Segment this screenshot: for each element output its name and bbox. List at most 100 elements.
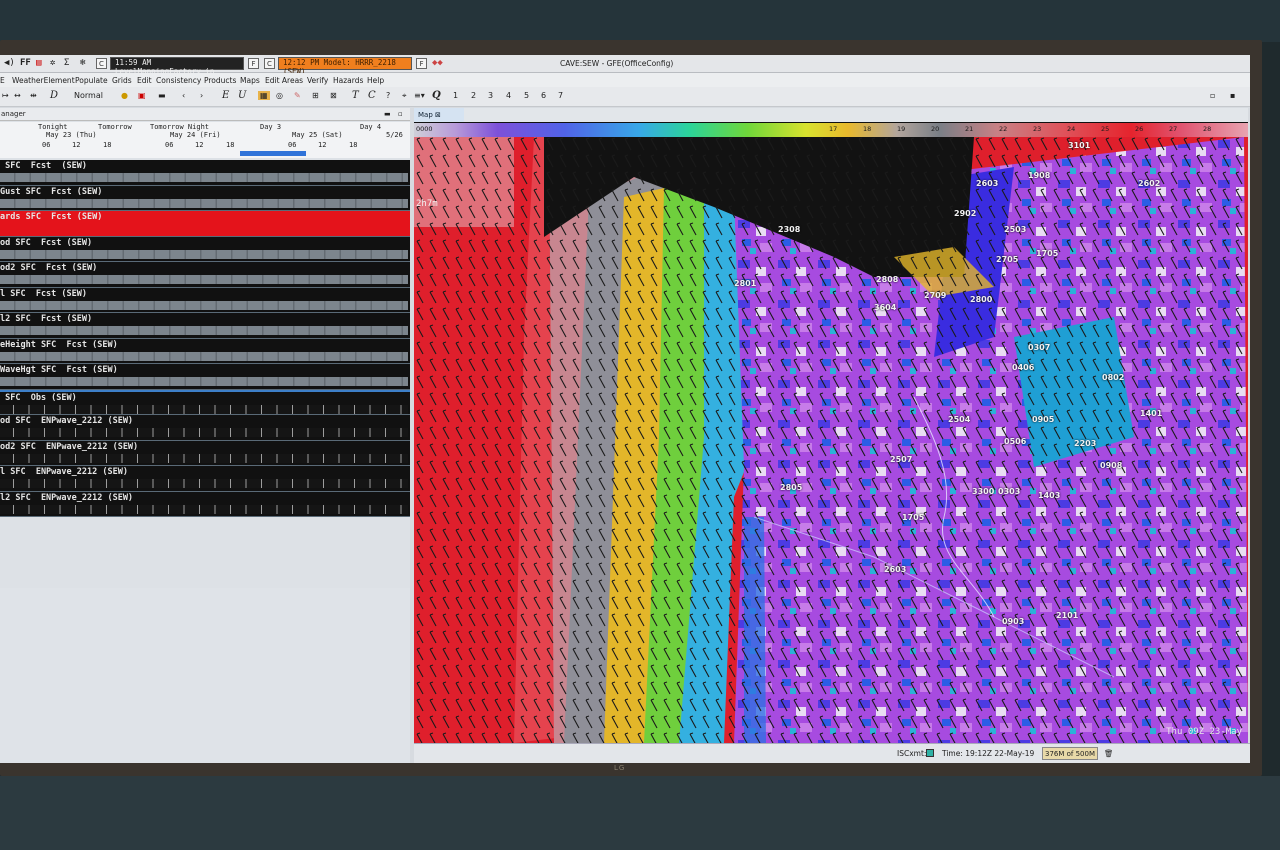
grid-row-track[interactable]: [0, 173, 408, 182]
alert-icon[interactable]: ▤: [36, 58, 41, 70]
grid-row-label: ards SFC Fcst (SEW): [0, 212, 103, 222]
grid-icon[interactable]: ▦: [258, 91, 270, 100]
q-button-6[interactable]: 6: [541, 91, 546, 100]
grid-row[interactable]: WaveHgt SFC Fcst (SEW): [0, 364, 410, 390]
menu-products[interactable]: Products: [204, 76, 236, 85]
c-icon-2[interactable]: C: [264, 58, 275, 69]
arrow-right-icon[interactable]: ↦: [2, 91, 9, 100]
station-label: 0307: [1028, 343, 1051, 352]
menu-edit[interactable]: Edit: [137, 76, 152, 85]
pin-icon[interactable]: ⌖: [402, 91, 407, 101]
ff-icon[interactable]: FF: [20, 58, 31, 70]
f-icon-2[interactable]: F: [416, 58, 427, 69]
q-button-7[interactable]: 7: [558, 91, 563, 100]
mode-select[interactable]: Normal: [74, 91, 103, 100]
grid-row-track[interactable]: [0, 326, 408, 335]
grid-row-track[interactable]: [0, 249, 408, 259]
q-tool[interactable]: Q: [432, 90, 441, 101]
station-label: 1705: [902, 513, 925, 522]
maximize-icon[interactable]: ▪: [1230, 91, 1235, 100]
q-button-1[interactable]: 1: [453, 91, 458, 100]
grid-row[interactable]: l2 SFC Fcst (SEW): [0, 313, 410, 339]
q-button-2[interactable]: 2: [471, 91, 476, 100]
grid-row-track[interactable]: [0, 377, 408, 386]
e-tool[interactable]: E: [222, 90, 229, 101]
timeline[interactable]: Tonight Tomorrow Tomorrow Night Day 3 Da…: [0, 122, 410, 158]
q-button-5[interactable]: 5: [524, 91, 529, 100]
menu-weatherelement[interactable]: WeatherElement: [12, 76, 75, 85]
q-button-4[interactable]: 4: [506, 91, 511, 100]
window-icon[interactable]: ▫: [1210, 91, 1215, 100]
snow-icon[interactable]: ❄: [80, 58, 85, 70]
isc-indicator[interactable]: [926, 749, 934, 757]
menu-populate[interactable]: Populate: [75, 76, 108, 85]
selected-time-range[interactable]: [240, 151, 306, 156]
menu-hazards[interactable]: Hazards: [333, 76, 363, 85]
f-icon[interactable]: F: [248, 58, 259, 69]
move-icon[interactable]: ⇹: [30, 91, 37, 100]
back-icon[interactable]: ‹: [182, 91, 185, 100]
grid-row-track[interactable]: [0, 404, 408, 414]
t-tool[interactable]: T: [352, 90, 359, 101]
menu-help[interactable]: Help: [367, 76, 384, 85]
clock-status[interactable]: 11:59 AM LevelMappingFactory in: [110, 57, 244, 76]
arrows-icon[interactable]: ◆◆: [432, 58, 443, 70]
menu-edit-areas[interactable]: Edit Areas: [265, 76, 303, 85]
grid-row-track[interactable]: [0, 224, 408, 233]
grid-row[interactable]: od SFC ENPwave_2212 (SEW): [0, 415, 410, 441]
grid-row-track[interactable]: [0, 479, 408, 488]
help-icon[interactable]: ?: [386, 91, 390, 100]
menu-e[interactable]: E: [0, 76, 5, 85]
tab-map[interactable]: Map ⊠: [414, 108, 464, 122]
memory-indicator[interactable]: 376M of 500M: [1042, 747, 1098, 760]
c-icon[interactable]: C: [96, 58, 107, 69]
target-icon[interactable]: ◎: [276, 91, 283, 100]
lightbulb-icon[interactable]: ●: [121, 91, 128, 100]
arrows-h-icon[interactable]: ↔: [14, 91, 21, 100]
color-bar[interactable]: 0000 17 18 19 20 21 22 23 24 25 26 27 28: [414, 123, 1248, 137]
grid-row-track[interactable]: [0, 351, 408, 361]
chart-icon[interactable]: Σ: [64, 58, 69, 70]
grid-row[interactable]: SFC Fcst (SEW): [0, 160, 410, 186]
grid-row[interactable]: l SFC Fcst (SEW): [0, 287, 410, 313]
c-tool[interactable]: C: [368, 90, 376, 101]
model-status[interactable]: 12:12 PM Model: HRRR_2218 (SEW): [278, 57, 412, 76]
minimize-icon[interactable]: ▬: [384, 108, 391, 120]
save-icon[interactable]: ▬: [158, 91, 166, 100]
menu-verify[interactable]: Verify: [307, 76, 328, 85]
grid-row-track[interactable]: [0, 275, 408, 284]
grid-row[interactable]: ards SFC Fcst (SEW): [0, 211, 410, 237]
grid-row[interactable]: Gust SFC Fcst (SEW): [0, 185, 410, 211]
d-tool[interactable]: D: [50, 90, 58, 101]
forward-icon[interactable]: ›: [200, 91, 203, 100]
grid-row-track[interactable]: [0, 300, 408, 310]
grid-row-track[interactable]: [0, 198, 408, 208]
grid-row[interactable]: od SFC Fcst (SEW): [0, 236, 410, 262]
grid-row-track[interactable]: [0, 504, 408, 514]
station-label: 1403: [1038, 491, 1061, 500]
grid-row-track[interactable]: [0, 453, 408, 463]
menu-maps[interactable]: Maps: [240, 76, 260, 85]
split-icon[interactable]: ⊠: [330, 91, 337, 100]
menu-grids[interactable]: Grids: [112, 76, 132, 85]
grid-row[interactable]: od2 SFC Fcst (SEW): [0, 262, 410, 288]
grid-row[interactable]: l2 SFC ENPwave_2212 (SEW): [0, 491, 410, 517]
dropdown-icon[interactable]: ≡▾: [414, 91, 425, 100]
map-display[interactable]: 2h7m 3101 1908 2603 2602 2902 2503 2308 2705 170…: [414, 137, 1248, 743]
menu-consistency[interactable]: Consistency: [156, 76, 201, 85]
grid-row-track[interactable]: [0, 428, 408, 437]
q-button-3[interactable]: 3: [488, 91, 493, 100]
swap-icon[interactable]: ⊞: [312, 91, 319, 100]
u-tool[interactable]: U: [238, 90, 246, 101]
hazard-icon[interactable]: ▣: [138, 91, 146, 100]
brush-icon[interactable]: ✎: [294, 91, 301, 100]
trash-icon[interactable]: 🗑: [1104, 749, 1114, 758]
settings-icon[interactable]: ✲: [50, 58, 55, 70]
grid-row[interactable]: SFC Obs (SEW): [0, 389, 410, 415]
grid-row[interactable]: eHeight SFC Fcst (SEW): [0, 338, 410, 364]
speaker-icon[interactable]: ◀): [4, 58, 15, 70]
maximize-icon[interactable]: ▫: [398, 108, 403, 120]
grid-row[interactable]: od2 SFC ENPwave_2212 (SEW): [0, 440, 410, 466]
grid-row[interactable]: l SFC ENPwave_2212 (SEW): [0, 466, 410, 492]
station-label: 1401: [1140, 409, 1163, 418]
